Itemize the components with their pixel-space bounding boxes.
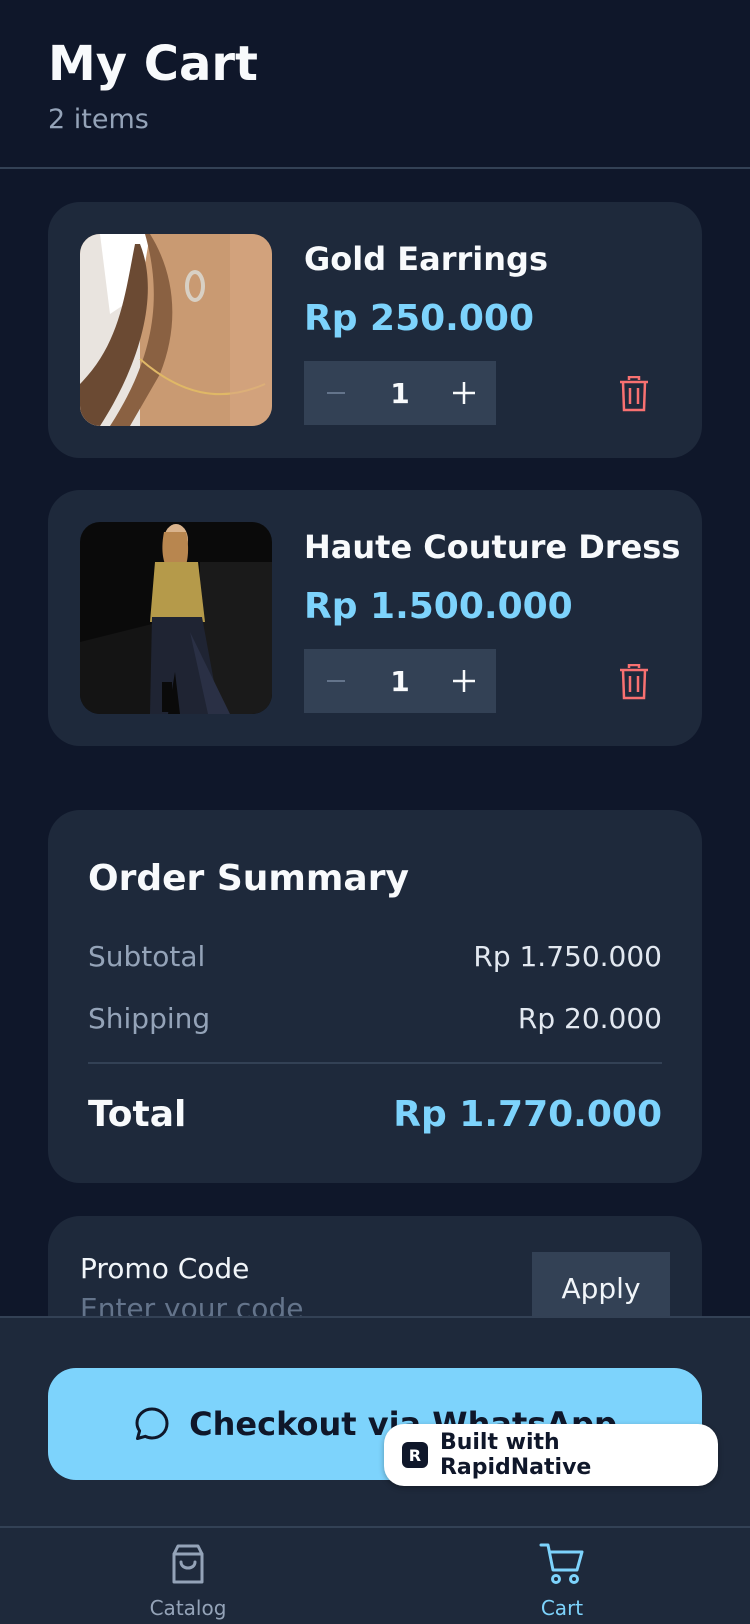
remove-item-button[interactable] — [614, 662, 654, 702]
product-name: Haute Couture Dress — [304, 528, 681, 566]
tab-cart[interactable]: Cart — [502, 1542, 622, 1620]
cart-item-card: Haute Couture Dress Rp 1.500.000 1 — [48, 490, 702, 746]
total-value: Rp 1.770.000 — [393, 1094, 662, 1135]
increase-quantity-button[interactable] — [432, 361, 496, 425]
increase-quantity-button[interactable] — [432, 649, 496, 713]
built-with-badge[interactable]: R Built with RapidNative — [384, 1424, 718, 1486]
trash-icon — [620, 376, 648, 412]
rapidnative-logo: R — [402, 1442, 428, 1468]
summary-divider — [88, 1062, 662, 1064]
shopping-bag-icon — [172, 1544, 204, 1584]
plus-icon — [453, 382, 475, 404]
product-price: Rp 1.500.000 — [304, 586, 573, 627]
chat-bubble-icon — [135, 1407, 169, 1440]
plus-icon — [453, 670, 475, 692]
trash-icon — [620, 664, 648, 700]
badge-label: Built with RapidNative — [439, 1430, 592, 1480]
quantity-stepper: 1 — [304, 649, 496, 713]
checkout-bar: Checkout via WhatsApp — [0, 1316, 750, 1528]
promo-code-label: Promo Code — [80, 1252, 250, 1285]
cart-item-card: Gold Earrings Rp 250.000 1 — [48, 202, 702, 458]
shipping-label: Shipping — [88, 1002, 211, 1035]
product-image — [80, 522, 272, 714]
shipping-value: Rp 20.000 — [517, 1002, 662, 1035]
shipping-row: Shipping Rp 20.000 — [88, 1002, 662, 1035]
product-name: Gold Earrings — [304, 240, 548, 278]
total-row: Total Rp 1.770.000 — [88, 1094, 662, 1135]
quantity-value: 1 — [390, 664, 410, 698]
cart-icon — [539, 1543, 584, 1584]
product-price: Rp 250.000 — [304, 298, 534, 339]
minus-icon — [327, 680, 345, 682]
page-header: My Cart 2 items — [0, 0, 750, 169]
quantity-value: 1 — [390, 376, 410, 410]
bottom-tab-bar: Catalog Cart — [0, 1526, 750, 1624]
subtotal-row: Subtotal Rp 1.750.000 — [88, 940, 662, 973]
quantity-stepper: 1 — [304, 361, 496, 425]
subtotal-label: Subtotal — [88, 940, 206, 973]
remove-item-button[interactable] — [614, 374, 654, 414]
decrease-quantity-button[interactable] — [304, 361, 368, 425]
apply-promo-button[interactable]: Apply — [532, 1252, 670, 1324]
total-label: Total — [88, 1094, 187, 1135]
minus-icon — [327, 392, 345, 394]
tab-catalog[interactable]: Catalog — [128, 1542, 248, 1620]
page-title: My Cart — [48, 36, 258, 92]
tab-cart-label: Cart — [540, 1596, 584, 1620]
subtotal-value: Rp 1.750.000 — [473, 940, 662, 973]
product-image — [80, 234, 272, 426]
item-count: 2 items — [48, 104, 149, 135]
decrease-quantity-button[interactable] — [304, 649, 368, 713]
tab-catalog-label: Catalog — [149, 1596, 227, 1620]
order-summary-title: Order Summary — [88, 858, 409, 899]
